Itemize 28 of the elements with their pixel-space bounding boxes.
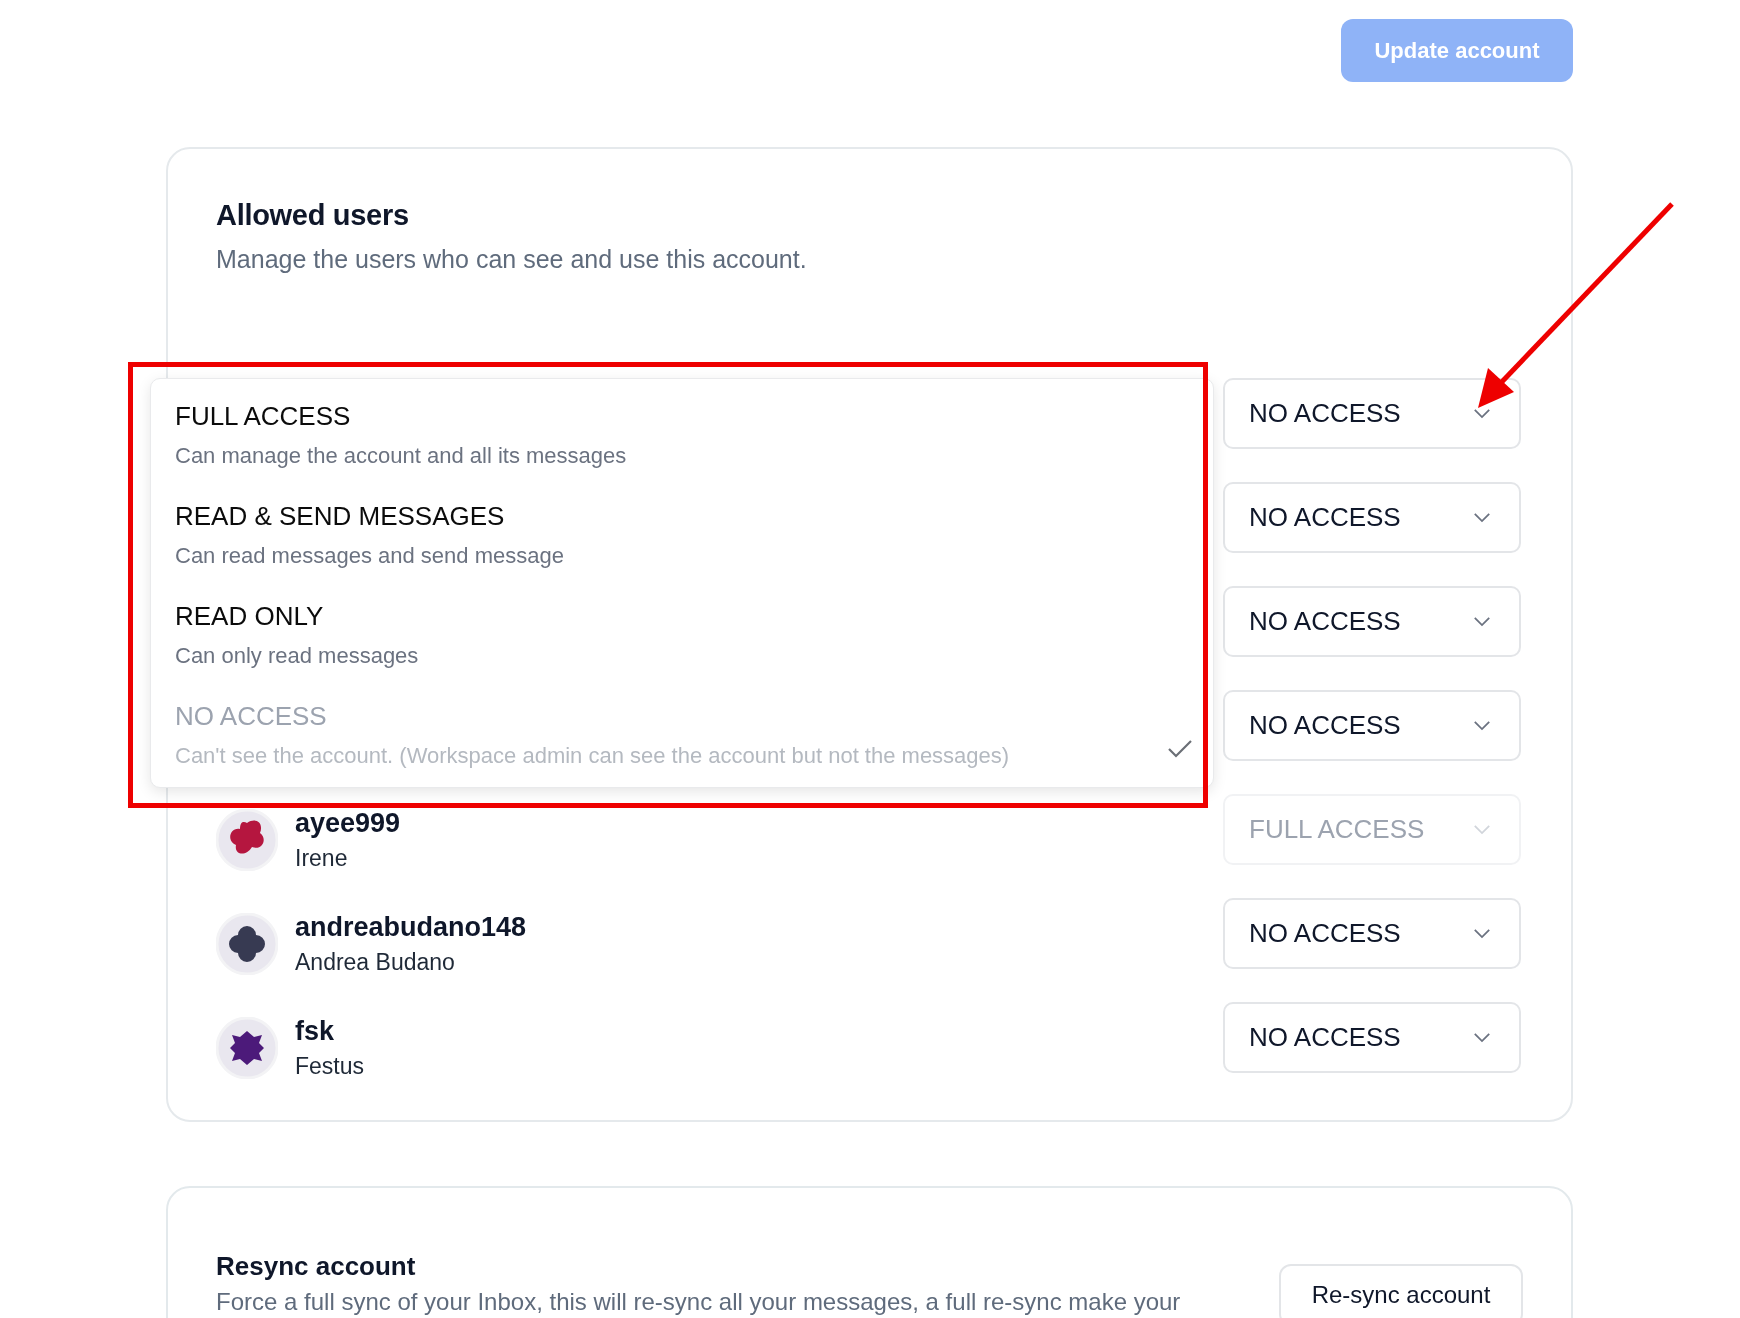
access-select[interactable]: NO ACCESS bbox=[1223, 1001, 1521, 1073]
checkmark-icon bbox=[1167, 739, 1193, 759]
resync-button[interactable]: Re-sync account bbox=[1279, 1264, 1523, 1318]
access-select[interactable]: NO ACCESS bbox=[1223, 689, 1521, 761]
access-option[interactable]: READ ONLY Can only read messages bbox=[175, 601, 1193, 671]
username: andreabudano148 bbox=[295, 911, 527, 943]
chevron-down-icon bbox=[1473, 407, 1491, 419]
chevron-down-icon bbox=[1473, 1031, 1491, 1043]
user-full-name: Andrea Budano bbox=[295, 948, 456, 977]
chevron-down-icon bbox=[1473, 511, 1491, 523]
chevron-down-icon bbox=[1473, 719, 1491, 731]
user-full-name: Irene bbox=[295, 844, 349, 873]
access-select[interactable]: NO ACCESS bbox=[1223, 377, 1521, 449]
section-title: Resync account bbox=[216, 1250, 417, 1282]
username: ayee999 bbox=[295, 807, 401, 839]
user-full-name: Festus bbox=[295, 1052, 365, 1081]
access-select[interactable]: NO ACCESS bbox=[1223, 897, 1521, 969]
access-select[interactable]: NO ACCESS bbox=[1223, 481, 1521, 553]
access-option[interactable]: FULL ACCESS Can manage the account and all its messages bbox=[175, 401, 1193, 471]
section-title: Allowed users bbox=[216, 198, 410, 233]
chevron-down-icon bbox=[1473, 823, 1491, 835]
access-select[interactable]: NO ACCESS bbox=[1223, 585, 1521, 657]
access-option[interactable]: READ & SEND MESSAGES Can read messages and send message bbox=[175, 501, 1193, 571]
chevron-down-icon bbox=[1473, 927, 1491, 939]
section-subtitle: Manage the users who can see and use this account. bbox=[216, 244, 808, 275]
section-description: Force a full sync of your Inbox, this will re-sync all your messages, a full re-sync make your bbox=[216, 1287, 1181, 1317]
username: fsk bbox=[295, 1015, 336, 1047]
chevron-down-icon bbox=[1473, 615, 1491, 627]
